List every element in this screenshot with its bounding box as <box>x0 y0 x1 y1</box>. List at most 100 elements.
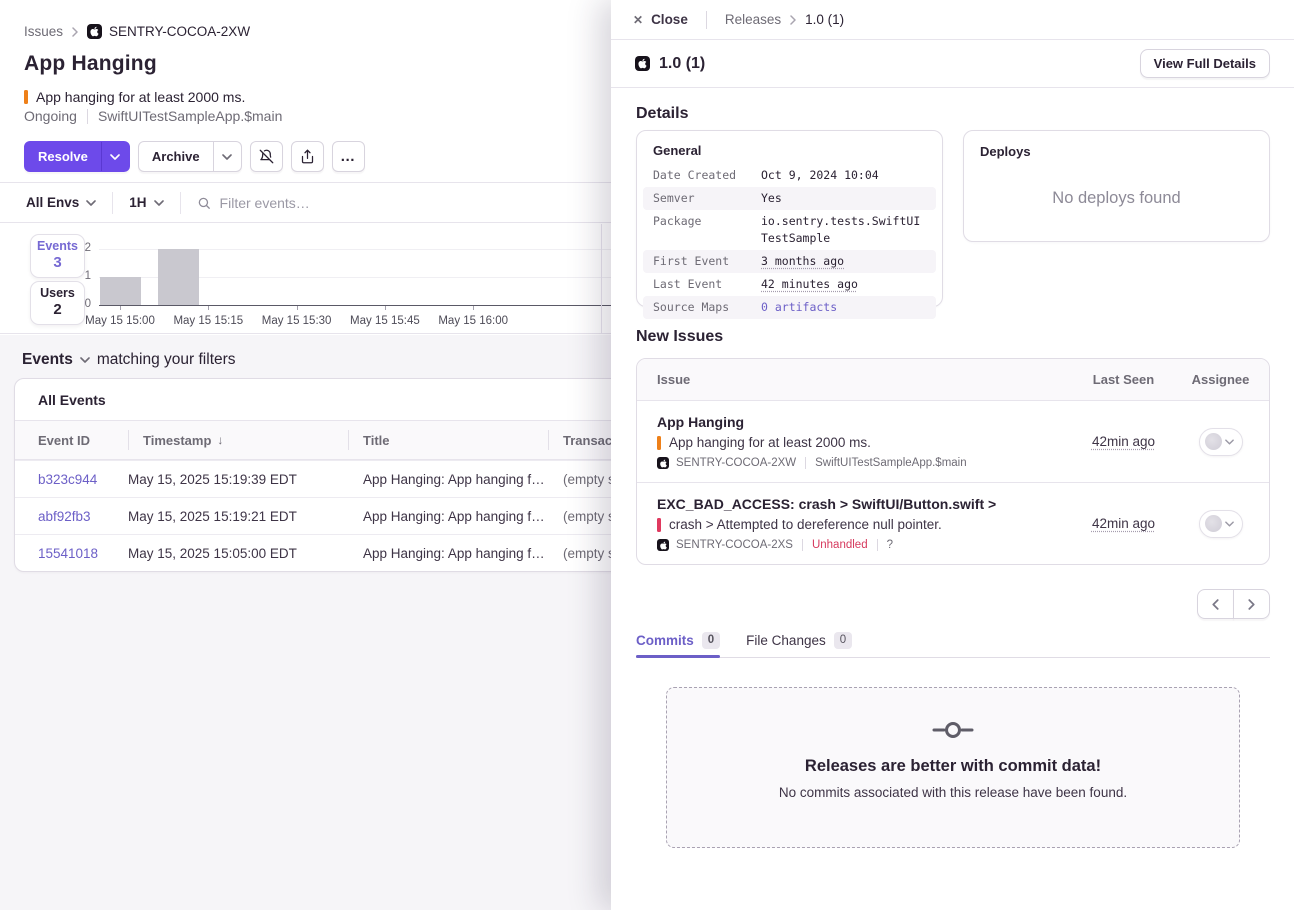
divider <box>87 109 88 124</box>
resolve-button-label[interactable]: Resolve <box>25 142 101 171</box>
view-full-details-button[interactable]: View Full Details <box>1140 49 1270 78</box>
share-icon <box>300 149 315 164</box>
issue-culprit: App hanging for at least 2000 ms. <box>24 89 245 105</box>
chevron-right-icon <box>790 15 796 25</box>
general-label: Source Maps <box>653 299 761 316</box>
archive-dropdown-caret[interactable] <box>213 142 241 171</box>
release-title: 1.0 (1) <box>659 55 705 73</box>
breadcrumb-releases-link[interactable]: Releases <box>725 12 781 27</box>
event-id-link[interactable]: 15541018 <box>38 546 128 561</box>
commit-icon <box>667 719 1239 746</box>
breadcrumb-issues-link[interactable]: Issues <box>24 24 63 39</box>
bell-off-icon <box>259 149 274 164</box>
chart-bar <box>158 249 199 305</box>
column-header-timestamp[interactable]: Timestamp ↓ <box>128 421 348 459</box>
chevron-left-icon <box>1212 599 1219 610</box>
x-axis-label: May 15 15:00 <box>85 315 155 327</box>
general-card: General Date Created Oct 9, 2024 10:04 S… <box>636 130 943 307</box>
more-actions-button[interactable]: … <box>332 141 365 172</box>
general-card-title: General <box>643 143 936 164</box>
level-indicator-orange <box>657 436 661 450</box>
last-event-value: 42 minutes ago <box>761 276 858 293</box>
unhandled-badge: Unhandled <box>812 539 868 551</box>
general-label: Package <box>653 213 761 247</box>
x-axis-label: May 15 15:15 <box>173 315 243 327</box>
deploys-card: Deploys No deploys found <box>963 130 1270 242</box>
general-label: Last Event <box>653 276 761 293</box>
new-issues-heading: New Issues <box>636 328 723 346</box>
previous-page-button[interactable] <box>1197 589 1234 619</box>
apple-platform-icon <box>657 457 669 469</box>
issue-title-link[interactable]: App Hanging <box>657 414 1075 430</box>
ellipsis-icon: … <box>340 149 356 164</box>
breadcrumb-project: SENTRY-COCOA-2XW <box>87 24 250 39</box>
events-section-heading: Events matching your filters <box>22 351 236 369</box>
assignee-selector[interactable] <box>1199 510 1243 538</box>
x-axis-tick <box>473 306 474 310</box>
event-timestamp: May 15, 2025 15:05:00 EDT <box>128 546 348 561</box>
assignee-selector[interactable] <box>1199 428 1243 456</box>
y-axis-label: 1 <box>75 270 91 282</box>
y-axis-label: 0 <box>75 298 91 310</box>
tab-commits[interactable]: Commits 0 <box>636 624 720 657</box>
environment-selector[interactable]: All Envs <box>26 195 96 210</box>
divider <box>180 192 181 214</box>
x-axis-label: May 15 15:45 <box>350 315 420 327</box>
issue-project-slug: SENTRY-COCOA-2XS <box>676 539 793 551</box>
level-indicator-orange <box>24 90 28 104</box>
issue-context: SwiftUITestSampleApp.$main <box>98 108 282 124</box>
issue-assignee-cell <box>1172 510 1269 538</box>
issue-last-seen: 42min ago <box>1075 516 1172 531</box>
resolve-button[interactable]: Resolve <box>24 141 130 172</box>
chevron-down-icon <box>86 200 96 206</box>
column-divider <box>601 224 602 333</box>
release-tabs: Commits 0 File Changes 0 <box>636 624 1270 658</box>
issue-project-slug: SENTRY-COCOA-2XW <box>676 457 796 469</box>
issue-status: Ongoing <box>24 108 77 124</box>
pagination <box>1197 589 1270 619</box>
commits-empty-title: Releases are better with commit data! <box>667 757 1239 776</box>
new-issues-table: Issue Last Seen Assignee App Hanging App… <box>636 358 1270 565</box>
avatar <box>1205 433 1222 450</box>
timeframe-selector[interactable]: 1H <box>129 195 163 210</box>
close-panel-button[interactable]: ✕ Close <box>633 12 688 27</box>
events-chart-plot: 012May 15 15:00May 15 15:15May 15 15:30M… <box>99 241 659 306</box>
event-title: App Hanging: App hanging for at least 20… <box>348 546 548 561</box>
issue-title-link[interactable]: EXC_BAD_ACCESS: crash > SwiftUI/Button.s… <box>657 496 1075 512</box>
events-dropdown-label[interactable]: Events <box>22 351 73 369</box>
filter-events-input[interactable] <box>220 195 500 211</box>
event-id-link[interactable]: b323c944 <box>38 472 128 487</box>
x-axis-label: May 15 15:30 <box>262 315 332 327</box>
y-axis-label: 2 <box>75 242 91 254</box>
column-header-event-id: Event ID <box>38 421 128 459</box>
archive-button-label[interactable]: Archive <box>139 142 213 171</box>
issue-status-row: Ongoing SwiftUITestSampleApp.$main <box>24 108 282 124</box>
event-id-link[interactable]: abf92fb3 <box>38 509 128 524</box>
help-icon[interactable]: ? <box>887 539 893 551</box>
release-title-row: 1.0 (1) View Full Details <box>611 40 1294 88</box>
mute-button[interactable] <box>250 141 283 172</box>
panel-breadcrumb: Releases 1.0 (1) <box>725 12 844 27</box>
deploys-empty-text: No deploys found <box>964 189 1269 208</box>
column-header-issue: Issue <box>637 372 1075 387</box>
resolve-dropdown-caret[interactable] <box>101 142 129 171</box>
list-item: App Hanging App hanging for at least 200… <box>637 401 1269 482</box>
next-page-button[interactable] <box>1233 589 1270 619</box>
deploys-card-title: Deploys <box>980 144 1253 159</box>
issue-message: crash > Attempted to dereference null po… <box>657 517 1075 532</box>
list-item: EXC_BAD_ACCESS: crash > SwiftUI/Button.s… <box>637 482 1269 564</box>
filter-events-search <box>197 195 500 211</box>
archive-button[interactable]: Archive <box>138 141 242 172</box>
tab-file-changes[interactable]: File Changes 0 <box>746 624 852 657</box>
source-maps-link[interactable]: 0 artifacts <box>761 299 837 316</box>
general-label: Date Created <box>653 167 761 184</box>
event-title: App Hanging: App hanging for at least 20… <box>348 472 548 487</box>
general-row: Date Created Oct 9, 2024 10:04 <box>643 164 936 187</box>
avatar <box>1205 515 1222 532</box>
chevron-down-icon <box>80 357 90 363</box>
share-button[interactable] <box>291 141 324 172</box>
event-timestamp: May 15, 2025 15:19:21 EDT <box>128 509 348 524</box>
commits-empty-state: Releases are better with commit data! No… <box>666 687 1240 848</box>
general-row: Package io.sentry.tests.SwiftUITestSampl… <box>643 210 936 250</box>
apple-platform-icon <box>635 56 650 71</box>
